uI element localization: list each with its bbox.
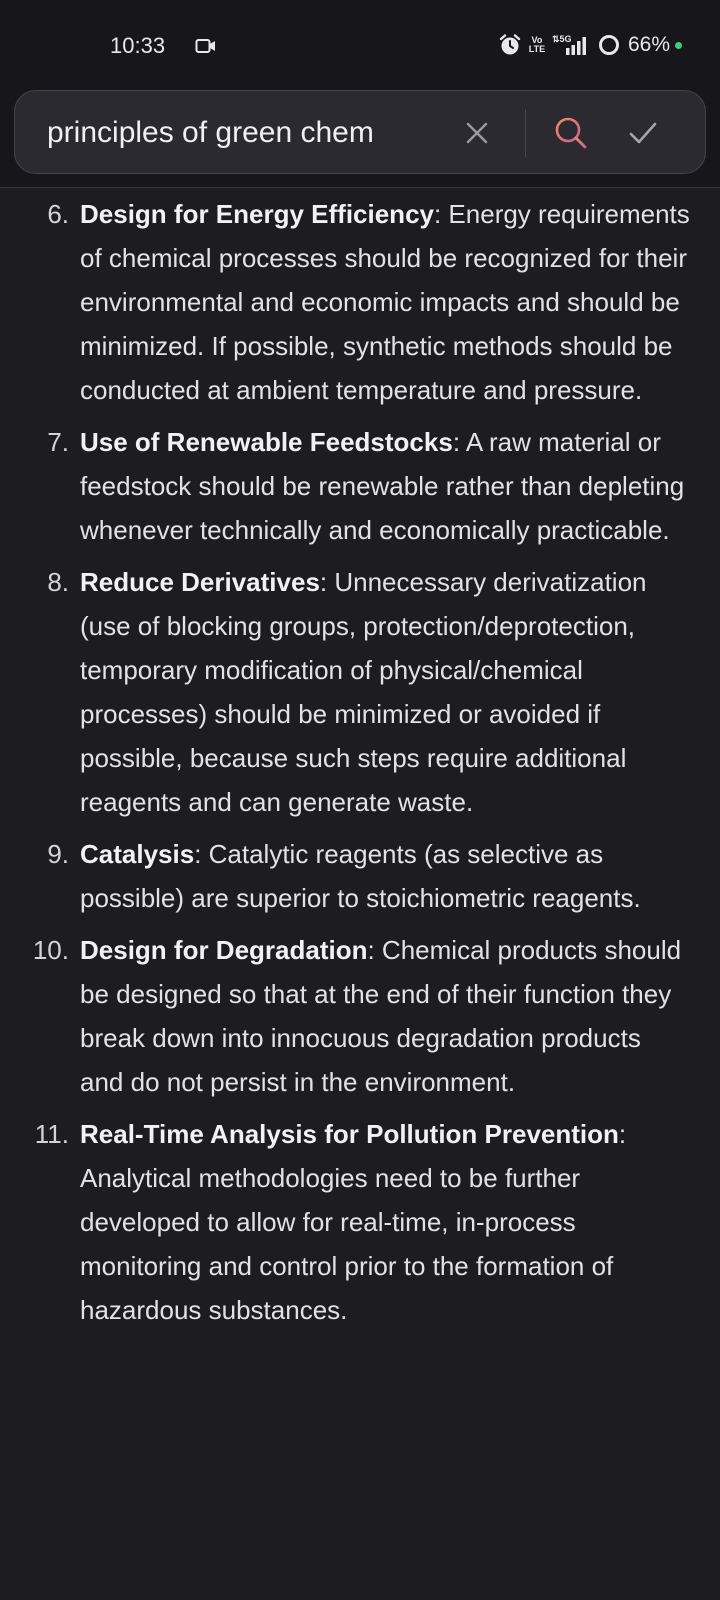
list-item-title: Catalysis [80,839,195,869]
list-item-body: : Analytical methodologies need to be fu… [80,1119,627,1325]
list-item: 11. Real-Time Analysis for Pollution Pre… [0,1112,720,1332]
check-icon[interactable] [623,113,663,153]
list-item: 8. Reduce Derivatives: Unnecessary deriv… [0,560,720,824]
list-item: 10. Design for Degradation: Chemical pro… [0,928,720,1104]
alarm-icon [499,34,521,55]
list-item-title: Design for Degradation [80,935,368,965]
status-time: 10:33 [110,33,166,58]
status-icons: Vo LTE ⇅5G 66% [498,32,670,58]
list-item-number: 8. [47,567,69,597]
battery-percent: 66% [627,33,670,56]
list-item-title: Use of Renewable Feedstocks [80,427,453,457]
list-item-body: : Energy requirements of chemical proces… [80,199,690,405]
list-item-number: 7. [47,427,69,457]
list-item-number: 9. [47,839,69,869]
screen-record-icon [195,39,215,53]
list-item: 9. Catalysis: Catalytic reagents (as sel… [0,832,720,920]
list-item-title: Reduce Derivatives [80,567,320,597]
search-divider [525,109,526,157]
battery-icon [598,35,619,55]
list-item-number: 6. [47,199,69,229]
network-label: ⇅5G [552,34,572,44]
close-icon[interactable] [459,115,495,151]
answer-content: 6. Design for Energy Efficiency: Energy … [0,189,720,1600]
search-bar [0,76,720,188]
list-item: 7. Use of Renewable Feedstocks: A raw ma… [0,420,720,552]
list-item-title: Real-Time Analysis for Pollution Prevent… [80,1119,619,1149]
search-box [14,90,706,174]
list-item-body: : Unnecessary derivatization (use of blo… [80,567,647,817]
list-item: 6. Design for Energy Efficiency: Energy … [0,192,720,412]
list-item-number: 10. [32,935,69,965]
search-icon[interactable] [551,113,591,153]
search-input[interactable] [47,111,427,155]
privacy-indicator-dot [675,42,682,49]
volte-icon: Vo LTE [528,35,546,54]
status-bar: 10:33 Vo LTE ⇅5G 66% [0,0,720,76]
signal-icon: ⇅5G [552,34,586,55]
list-item-number: 11. [34,1119,69,1149]
list-item-title: Design for Energy Efficiency [80,199,434,229]
